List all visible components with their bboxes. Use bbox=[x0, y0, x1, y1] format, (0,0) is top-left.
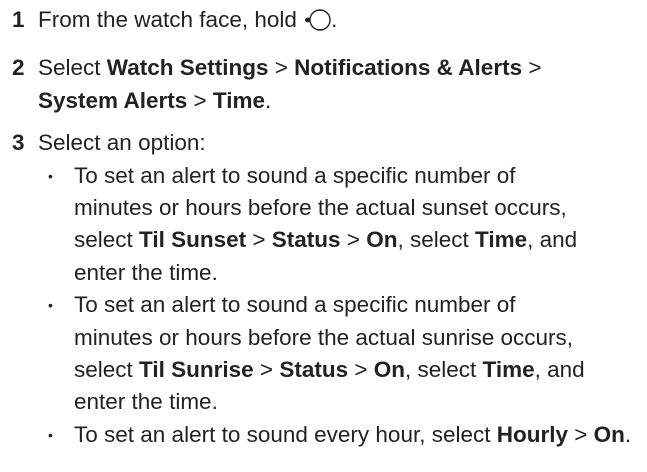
menu-til-sunrise: Til Sunrise bbox=[139, 357, 254, 383]
separator: > bbox=[268, 55, 295, 81]
menu-notifications-alerts: Notifications & Alerts bbox=[294, 55, 523, 81]
separator: > bbox=[340, 227, 367, 253]
option-text: , select bbox=[404, 357, 483, 383]
separator: > bbox=[187, 87, 213, 113]
instructions: 1 From the watch face, hold . 2 Select W… bbox=[0, 4, 647, 452]
menu-on: On bbox=[373, 357, 405, 383]
separator: > bbox=[253, 357, 280, 383]
menu-status: Status bbox=[279, 357, 349, 383]
step-number: 2 bbox=[12, 55, 25, 81]
menu-system-alerts: System Alerts bbox=[38, 87, 188, 113]
step-number: 3 bbox=[12, 130, 25, 156]
separator: > bbox=[348, 357, 374, 383]
step-2: 2 Select Watch Settings > Notifications … bbox=[0, 52, 647, 117]
step-text-end: . bbox=[331, 7, 338, 32]
option-text: , select bbox=[397, 227, 475, 253]
option-sunset: To set an alert to sound a specific numb… bbox=[38, 160, 599, 290]
menu-time: Time bbox=[212, 87, 266, 113]
step-text: Select bbox=[38, 55, 107, 81]
step-text: From the watch face, hold bbox=[38, 7, 304, 32]
menu-time: Time bbox=[482, 357, 535, 383]
menu-til-sunset: Til Sunset bbox=[139, 227, 247, 253]
option-list: To set an alert to sound a specific numb… bbox=[38, 160, 647, 452]
menu-status: Status bbox=[271, 227, 341, 253]
option-text: To set an alert to sound every hour, sel… bbox=[74, 421, 497, 447]
step-text: Select an option: bbox=[38, 130, 206, 156]
separator: > bbox=[568, 421, 594, 447]
watch-button-icon bbox=[305, 7, 331, 42]
step-1: 1 From the watch face, hold . bbox=[0, 4, 647, 42]
option-text-end: . bbox=[624, 421, 632, 447]
step-3: 3 Select an option: To set an alert to s… bbox=[0, 127, 647, 451]
menu-time: Time bbox=[475, 227, 528, 253]
menu-hourly: Hourly bbox=[496, 421, 569, 447]
option-sunrise: To set an alert to sound a specific numb… bbox=[38, 289, 599, 419]
menu-on: On bbox=[593, 421, 625, 447]
separator: > bbox=[522, 55, 542, 81]
option-hourly: To set an alert to sound every hour, sel… bbox=[38, 419, 634, 452]
step-number: 1 bbox=[12, 7, 25, 32]
menu-on: On bbox=[366, 227, 398, 253]
separator: > bbox=[246, 227, 272, 253]
menu-watch-settings: Watch Settings bbox=[106, 55, 269, 81]
step-text-end: . bbox=[265, 87, 272, 113]
